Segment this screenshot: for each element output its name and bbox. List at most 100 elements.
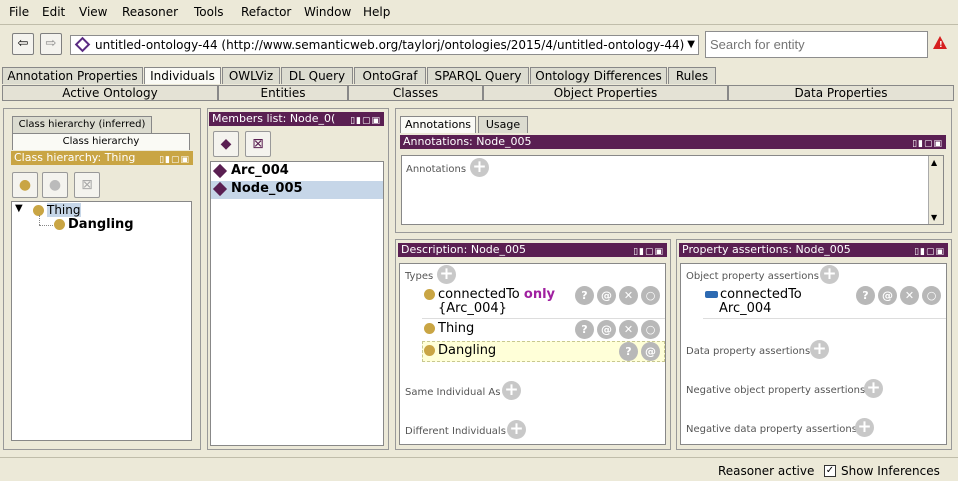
add-subclass-button[interactable]: ● [12,172,38,198]
annotate-button[interactable]: @ [878,286,897,305]
add-individual-icon: ◆ [220,136,232,152]
individual-icon [212,181,228,196]
type-thing[interactable]: Thing [424,321,474,336]
checkmark-icon: ✓ [825,465,835,476]
tree-node-thing[interactable]: Thing [33,203,81,217]
types-label: Types [405,271,434,282]
tree-line [39,215,40,225]
plus-icon: + [866,378,881,398]
list-item[interactable]: Arc_004 [211,163,383,181]
window-controls-icon[interactable]: ▯▮▢▣ [914,245,945,257]
add-negative-object-property-button[interactable]: + [864,379,883,398]
back-button[interactable]: ⇦ [12,33,34,55]
explain-button[interactable]: ? [575,320,594,339]
tab-ontology-differences[interactable]: Ontology Differences [530,67,667,84]
reasoner-status: Reasoner active [718,464,815,478]
tab-class-hierarchy-inferred[interactable]: Class hierarchy (inferred) [12,116,152,133]
window-controls-icon[interactable]: ▯▮▢▣ [350,114,381,126]
class-icon [424,345,435,356]
type-label: Thing [438,321,475,336]
menu-help[interactable]: Help [363,5,390,19]
object-property-value: Arc_004 [719,301,772,316]
remove-button[interactable]: ✕ [900,286,919,305]
add-type-button[interactable]: + [437,265,456,284]
add-different-individual-button[interactable]: + [507,420,526,439]
scroll-up-icon[interactable]: ▲ [931,158,937,167]
window-controls-icon[interactable]: ▯▮▢▣ [912,137,943,149]
add-same-individual-button[interactable]: + [502,381,521,400]
collapse-icon[interactable]: ▼ [15,203,23,214]
annotations-list: Annotations + ▲ ▼ [401,155,944,225]
remove-button[interactable]: ✕ [619,320,638,339]
explain-button[interactable]: ? [856,286,875,305]
arrow-right-icon: ⇨ [45,36,57,51]
tab-object-properties[interactable]: Object Properties [483,85,728,101]
delete-class-button[interactable]: ⊠ [74,172,100,198]
tab-annotations[interactable]: Annotations [400,116,476,133]
add-annotation-button[interactable]: + [470,158,489,177]
type-keyword: only [523,287,556,302]
tab-individuals[interactable]: Individuals [144,67,221,84]
edit-button[interactable]: ○ [641,286,660,305]
object-assertion[interactable]: connectedTo [705,287,802,302]
tab-classes[interactable]: Classes [348,85,483,101]
class-icon [424,289,435,300]
menu-refactor[interactable]: Refactor [241,5,291,19]
tab-dl-query[interactable]: DL Query [281,67,353,84]
divider [422,318,665,319]
tab-owlviz[interactable]: OWLViz [222,67,280,84]
add-negative-data-property-button[interactable]: + [855,418,874,437]
menu-divider [0,24,958,25]
show-inferences-checkbox[interactable]: ✓ [824,465,836,477]
annotate-button[interactable]: @ [641,342,660,361]
scrollbar[interactable]: ▲ ▼ [928,156,943,224]
annotate-button[interactable]: @ [597,286,616,305]
edit-button[interactable]: ○ [641,320,660,339]
ontology-select[interactable]: untitled-ontology-44 (http://www.semanti… [70,35,699,55]
menu-tools[interactable]: Tools [194,5,224,19]
tab-entities[interactable]: Entities [218,85,348,101]
explain-button[interactable]: ? [619,342,638,361]
tab-data-properties[interactable]: Data Properties [728,85,954,101]
tab-annotation-properties[interactable]: Annotation Properties [2,67,143,84]
delete-individual-button[interactable]: ⊠ [245,131,271,157]
add-sibling-icon: ● [48,177,62,193]
menu-edit[interactable]: Edit [42,5,65,19]
tab-active-ontology[interactable]: Active Ontology [2,85,218,101]
window-controls-icon[interactable]: ▯▮▢▣ [159,153,190,165]
menu-reasoner[interactable]: Reasoner [122,5,178,19]
list-item-selected[interactable]: Node_005 [211,181,383,199]
menu-bar: File Edit View Reasoner Tools Refactor W… [0,0,958,24]
class-tree: ▼ Thing Dangling [11,201,192,441]
forward-button[interactable]: ⇨ [40,33,62,55]
object-property-label: Object property assertions [686,271,819,282]
tree-node-dangling[interactable]: Dangling [54,217,134,232]
explain-button[interactable]: ? [575,286,594,305]
object-property-icon [705,291,718,298]
tab-sparql-query[interactable]: SPARQL Query [427,67,529,84]
add-data-property-button[interactable]: + [810,340,829,359]
menu-window[interactable]: Window [304,5,351,19]
tab-class-hierarchy[interactable]: Class hierarchy [12,133,190,150]
remove-button[interactable]: ✕ [619,286,638,305]
class-hierarchy-title: Class hierarchy: Thing ▯▮▢▣ [11,151,193,165]
search-input[interactable] [705,31,928,58]
tab-ontograf[interactable]: OntoGraf [354,67,426,84]
menu-view[interactable]: View [79,5,107,19]
warning-mark: ! [939,40,943,49]
menu-file[interactable]: File [9,5,29,19]
plus-icon: + [857,417,872,437]
type-dangling[interactable]: Dangling [424,343,496,358]
type-connectedto[interactable]: connectedTo only [424,287,555,302]
edit-button[interactable]: ○ [922,286,941,305]
annotate-button[interactable]: @ [597,320,616,339]
add-sibling-button[interactable]: ● [42,172,68,198]
window-controls-icon[interactable]: ▯▮▢▣ [633,245,664,257]
tab-usage[interactable]: Usage [478,116,528,133]
add-object-property-button[interactable]: + [820,265,839,284]
add-individual-button[interactable]: ◆ [213,131,239,157]
show-inferences-label: Show Inferences [841,464,940,478]
scroll-down-icon[interactable]: ▼ [931,213,937,222]
chevron-down-icon[interactable]: ▼ [687,36,695,54]
tab-rules[interactable]: Rules [668,67,716,84]
